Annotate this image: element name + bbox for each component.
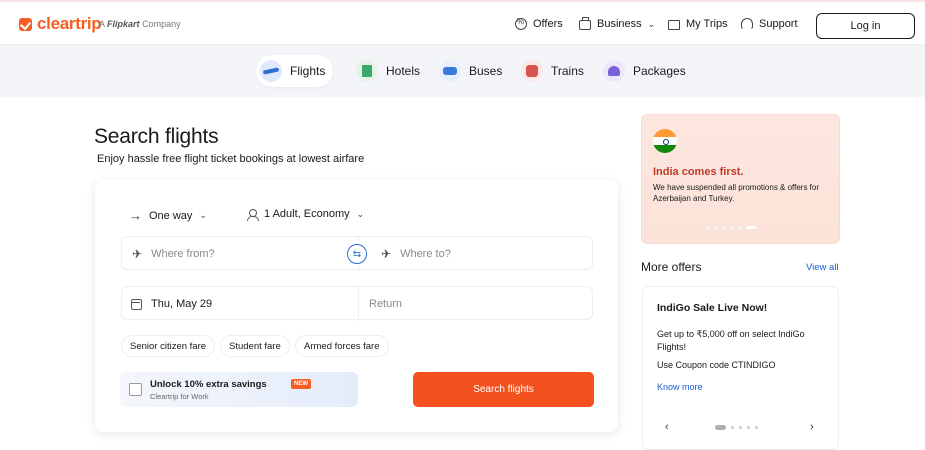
to-field[interactable]: ✈ Where to? <box>381 237 451 271</box>
date-box: Thu, May 29 Return <box>121 286 593 321</box>
trips-icon <box>668 20 680 30</box>
carousel-dot-active[interactable] <box>715 425 726 430</box>
chevron-down-icon: ⌄ <box>199 210 207 220</box>
nav-business[interactable]: Business ⌄ <box>579 17 656 30</box>
login-button[interactable]: Log in <box>816 13 915 39</box>
travellers-label: 1 Adult, Economy <box>264 208 350 220</box>
nav-my-trips-label: My Trips <box>686 18 728 30</box>
chevron-down-icon: ⌄ <box>356 208 365 219</box>
calendar-icon <box>131 298 142 310</box>
search-flights-button[interactable]: Search flights <box>413 372 594 407</box>
know-more-link[interactable]: Know more <box>657 382 703 392</box>
fare-chip-armed-forces[interactable]: Armed forces fare <box>295 335 389 357</box>
nav-offers[interactable]: Offers <box>515 17 563 30</box>
tab-hotels[interactable]: Hotels <box>352 55 428 87</box>
tab-trains-label: Trains <box>551 64 584 78</box>
nav-support-label: Support <box>759 18 798 30</box>
promo-text: We have suspended all promotions & offer… <box>653 183 820 203</box>
chevron-down-icon: ⌄ <box>647 18 656 29</box>
briefcase-icon <box>579 17 591 30</box>
india-flag-icon <box>653 129 677 153</box>
nav-my-trips[interactable]: My Trips <box>668 18 728 30</box>
to-placeholder: Where to? <box>400 248 451 260</box>
landing-icon: ✈ <box>381 247 392 261</box>
category-tabs: Flights Hotels Buses Trains Packages <box>0 45 925 97</box>
nav-business-label: Business <box>597 18 642 30</box>
tab-flights-label: Flights <box>290 64 326 78</box>
depart-date-field[interactable]: Thu, May 29 <box>131 287 212 321</box>
bus-icon <box>439 60 461 82</box>
unlock-savings-banner[interactable]: Unlock 10% extra savings NEW Cleartrip f… <box>120 372 358 407</box>
tab-buses-label: Buses <box>469 64 503 78</box>
carousel-dot[interactable] <box>730 226 733 229</box>
offer-title: IndiGo Sale Live Now! <box>657 302 768 314</box>
tagline-suffix: Company <box>142 19 181 29</box>
view-all-link[interactable]: View all <box>806 262 839 273</box>
cleartrip-logo-icon <box>19 17 32 31</box>
travellers-select[interactable]: 1 Adult, Economy ⌄ <box>247 208 365 221</box>
tab-packages[interactable]: Packages <box>599 55 694 87</box>
trip-type-select[interactable]: → One way ⌄ <box>129 208 207 223</box>
trip-type-label: One way <box>149 209 193 222</box>
train-icon <box>521 60 543 82</box>
carousel-dot[interactable] <box>706 226 709 229</box>
from-placeholder: Where from? <box>151 248 215 260</box>
unlock-checkbox[interactable] <box>129 383 142 396</box>
promo-carousel-dots <box>706 226 756 229</box>
cleartrip-logo[interactable]: cleartrip <box>19 14 102 34</box>
carousel-dot[interactable] <box>722 226 725 229</box>
package-icon <box>603 60 625 82</box>
tab-flights[interactable]: Flights <box>256 55 334 87</box>
flight-icon <box>260 60 282 82</box>
date-divider <box>358 287 359 321</box>
tab-trains[interactable]: Trains <box>517 55 592 87</box>
carousel-dot[interactable] <box>739 426 742 429</box>
promo-banner[interactable]: India comes first. We have suspended all… <box>641 114 840 244</box>
new-badge: NEW <box>291 379 311 389</box>
from-field[interactable]: ✈ Where from? <box>132 237 215 271</box>
logo-text: cleartrip <box>37 14 102 33</box>
offer-description: Get up to ₹5,000 off on select IndiGo Fl… <box>657 329 805 352</box>
carousel-dot[interactable] <box>738 226 741 229</box>
tagline-brand: Flipkart <box>107 19 140 29</box>
carousel-dot-active[interactable] <box>746 226 756 229</box>
return-date-field[interactable]: Return <box>369 287 402 321</box>
tab-buses[interactable]: Buses <box>435 55 510 87</box>
nav-offers-label: Offers <box>533 18 563 30</box>
tagline-prefix: A <box>99 19 105 29</box>
carousel-dot[interactable] <box>747 426 750 429</box>
takeoff-icon: ✈ <box>132 247 143 261</box>
arrow-right-icon: → <box>129 208 142 223</box>
page-subtitle: Enjoy hassle free flight ticket bookings… <box>97 153 365 165</box>
chevron-right-icon[interactable]: › <box>810 421 814 433</box>
offer-coupon: Use Coupon code CTINDIGO <box>657 360 776 370</box>
tab-packages-label: Packages <box>633 64 686 78</box>
page-title: Search flights <box>94 125 219 148</box>
swap-icon[interactable]: ⇆ <box>347 244 367 264</box>
carousel-dot[interactable] <box>714 226 717 229</box>
tab-hotels-label: Hotels <box>386 64 421 78</box>
offer-card: IndiGo Sale Live Now! Get up to ₹5,000 o… <box>642 286 839 450</box>
fare-chip-senior[interactable]: Senior citizen fare <box>121 335 216 357</box>
origin-destination-box: ✈ Where from? ⇆ ✈ Where to? <box>121 236 593 271</box>
offers-icon <box>515 17 527 30</box>
fare-chip-student[interactable]: Student fare <box>220 335 290 357</box>
flipkart-tagline: A Flipkart Company <box>99 19 181 29</box>
flight-search-card: → One way ⌄ 1 Adult, Economy ⌄ ✈ Where f… <box>95 180 618 432</box>
unlock-subtitle: Cleartrip for Work <box>150 392 209 401</box>
carousel-dot[interactable] <box>755 426 758 429</box>
nav-support[interactable]: Support <box>741 18 798 30</box>
unlock-title: Unlock 10% extra savings <box>150 379 267 390</box>
hotel-icon <box>356 60 378 82</box>
top-header: cleartrip A Flipkart Company Offers Busi… <box>0 2 925 45</box>
chevron-left-icon[interactable]: ‹ <box>665 421 669 433</box>
headset-icon <box>741 18 753 30</box>
more-offers-heading: More offers <box>641 260 702 274</box>
depart-date-value: Thu, May 29 <box>151 298 213 310</box>
promo-title: India comes first. <box>653 166 744 178</box>
offer-carousel-dots <box>715 425 758 430</box>
person-icon <box>247 208 259 221</box>
carousel-dot[interactable] <box>731 426 734 429</box>
